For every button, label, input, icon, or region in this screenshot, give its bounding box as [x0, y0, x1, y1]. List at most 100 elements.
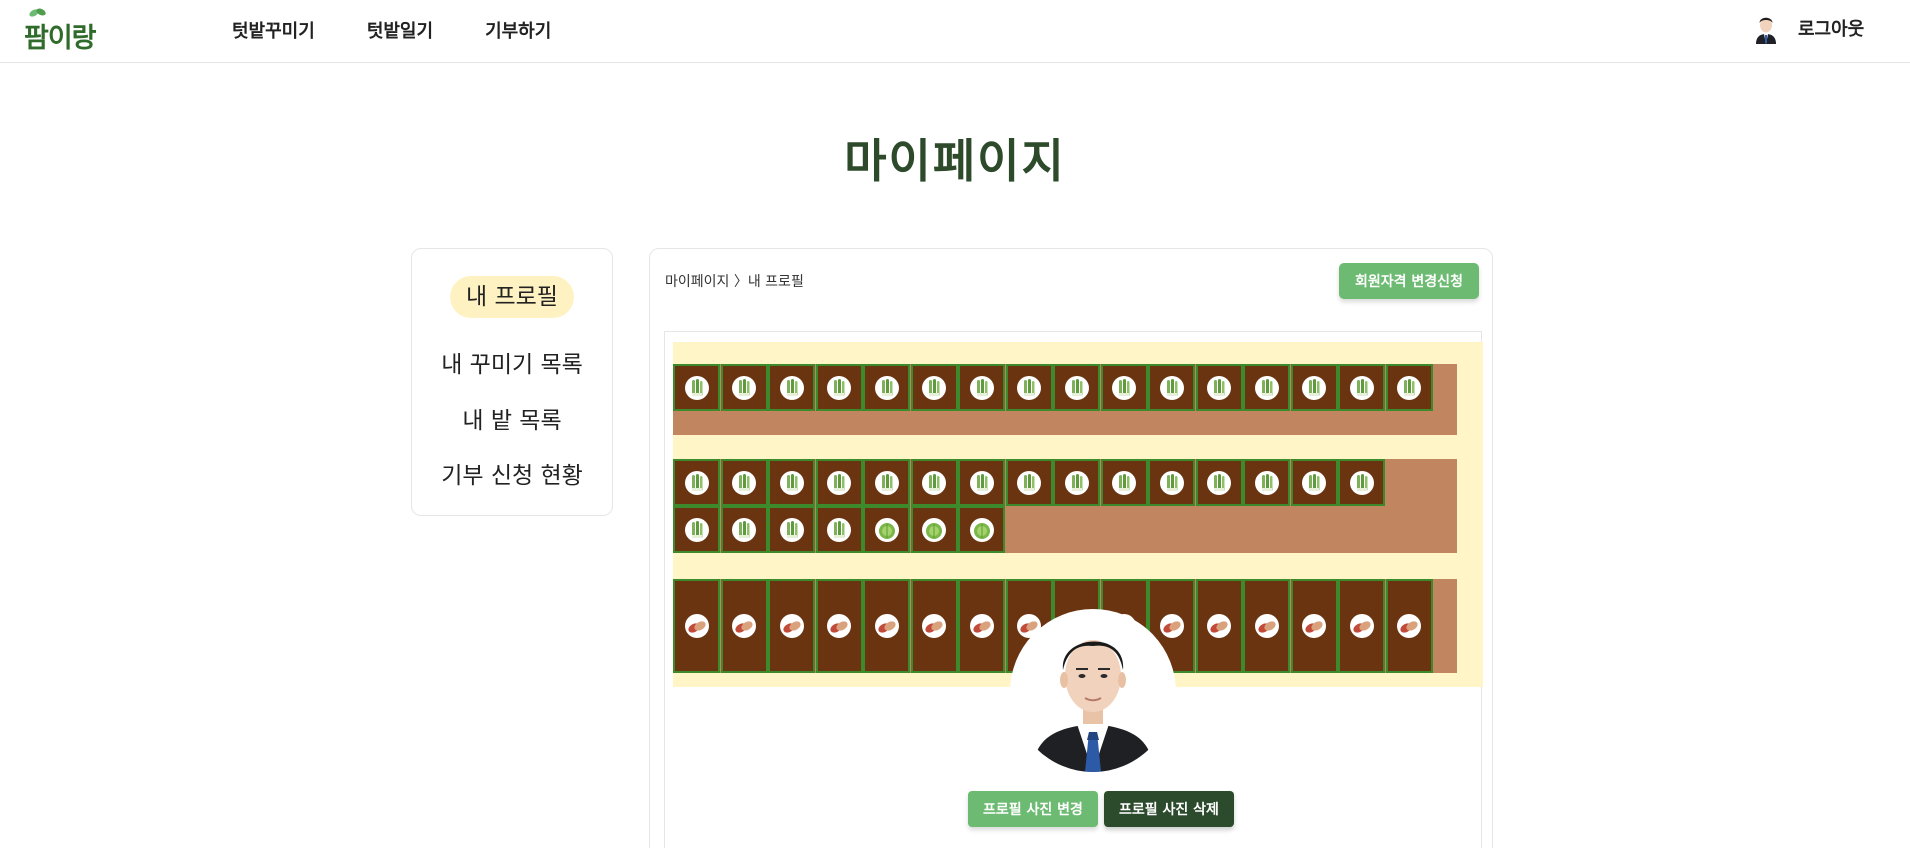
crop-cell-green-onion[interactable]: [815, 459, 863, 506]
crop-cell-green-onion[interactable]: [720, 364, 768, 411]
crop-cell-green-onion[interactable]: [815, 364, 863, 411]
green-onion-icon: [1159, 375, 1184, 400]
crop-cell-sweet-potato[interactable]: [673, 579, 720, 673]
sweet-potato-icon: [684, 614, 709, 638]
nav-item-garden-diary[interactable]: 텃밭일기: [367, 17, 433, 43]
crop-cell-green-onion[interactable]: [863, 459, 910, 506]
green-onion-icon: [684, 470, 709, 495]
green-onion-icon: [1349, 470, 1374, 495]
green-onion-icon: [1064, 470, 1089, 495]
crop-cell-green-onion[interactable]: [1243, 459, 1290, 506]
crop-cell-green-onion[interactable]: [720, 459, 768, 506]
page-title: 마이페이지: [844, 134, 1066, 188]
lettuce-icon: [969, 517, 994, 542]
crop-cell-green-onion[interactable]: [1338, 459, 1385, 506]
crop-cell-sweet-potato[interactable]: [1385, 579, 1433, 673]
green-onion-icon: [1302, 470, 1326, 495]
user-avatar[interactable]: [1752, 12, 1780, 44]
crop-cell-sweet-potato[interactable]: [1338, 579, 1385, 673]
crop-cell-green-onion[interactable]: [768, 364, 815, 411]
logo[interactable]: 팜이랑: [24, 6, 114, 54]
green-onion-icon: [827, 375, 851, 400]
green-onion-icon: [779, 470, 804, 495]
crop-cell-sweet-potato[interactable]: [910, 579, 958, 673]
green-onion-icon: [1254, 470, 1279, 495]
nav-item-garden-decorate[interactable]: 텃밭꾸미기: [232, 17, 315, 43]
crop-cell-green-onion[interactable]: [768, 459, 815, 506]
crop-cell-green-onion[interactable]: [910, 364, 958, 411]
crop-cell-sweet-potato[interactable]: [1195, 579, 1243, 673]
lettuce-icon: [922, 517, 946, 542]
crop-cell-green-onion[interactable]: [958, 459, 1005, 506]
crop-cell-green-onion[interactable]: [1005, 364, 1053, 411]
crop-cell-green-onion[interactable]: [1005, 459, 1053, 506]
green-onion-icon: [1064, 375, 1089, 400]
crop-cell-sweet-potato[interactable]: [815, 579, 863, 673]
crop-cell-green-onion[interactable]: [673, 364, 720, 411]
crop-cell-green-onion[interactable]: [1290, 364, 1338, 411]
nav-item-donate[interactable]: 기부하기: [485, 17, 551, 43]
green-onion-icon: [732, 375, 756, 400]
crop-cell-green-onion[interactable]: [1100, 459, 1148, 506]
crop-cell-green-onion[interactable]: [673, 506, 720, 553]
user-area: 로그아웃: [1752, 12, 1864, 44]
crop-cell-green-onion[interactable]: [1195, 364, 1243, 411]
delete-photo-button[interactable]: 프로필 사진 삭제: [1104, 791, 1234, 827]
crop-cell-green-onion[interactable]: [1195, 459, 1243, 506]
crop-cell-green-onion[interactable]: [1338, 364, 1385, 411]
main-nav: 텃밭꾸미기 텃밭일기 기부하기: [232, 17, 551, 43]
sidebar-item-my-fields[interactable]: 내 밭 목록: [412, 401, 612, 435]
crop-cell-green-onion[interactable]: [863, 364, 910, 411]
green-onion-icon: [779, 375, 804, 400]
crop-cell-green-onion[interactable]: [1148, 459, 1195, 506]
green-onion-icon: [1254, 375, 1279, 400]
crop-cell-lettuce[interactable]: [910, 506, 958, 553]
sidebar-item-donation-status[interactable]: 기부 신청 현황: [412, 456, 612, 490]
crop-cell-green-onion[interactable]: [768, 506, 815, 553]
crop-cell-sweet-potato[interactable]: [863, 579, 910, 673]
crop-cell-green-onion[interactable]: [815, 506, 863, 553]
crop-cell-green-onion[interactable]: [1100, 364, 1148, 411]
green-onion-icon: [1112, 470, 1136, 495]
crop-cell-green-onion[interactable]: [1290, 459, 1338, 506]
green-onion-icon: [874, 375, 899, 400]
crop-cell-sweet-potato[interactable]: [1290, 579, 1338, 673]
green-onion-icon: [1159, 470, 1184, 495]
profile-panel: 마이페이지 〉내 프로필 회원자격 변경신청 프로필 사진 변경 프로필 사진 …: [649, 248, 1493, 848]
crop-cell-green-onion[interactable]: [720, 506, 768, 553]
crop-cell-green-onion[interactable]: [1243, 364, 1290, 411]
green-onion-icon: [827, 470, 851, 495]
sweet-potato-icon: [779, 614, 804, 638]
crop-cell-sweet-potato[interactable]: [958, 579, 1005, 673]
crop-cell-green-onion[interactable]: [1053, 364, 1100, 411]
crop-cell-green-onion[interactable]: [1053, 459, 1100, 506]
crop-cell-sweet-potato[interactable]: [720, 579, 768, 673]
change-photo-button[interactable]: 프로필 사진 변경: [968, 791, 1098, 827]
crop-cell-lettuce[interactable]: [958, 506, 1005, 553]
profile-photo: [1010, 609, 1176, 775]
green-onion-icon: [874, 470, 899, 495]
crop-cell-green-onion[interactable]: [958, 364, 1005, 411]
crop-cell-lettuce[interactable]: [863, 506, 910, 553]
green-onion-icon: [1207, 375, 1231, 400]
green-onion-icon: [1349, 375, 1374, 400]
crop-cell-green-onion[interactable]: [673, 459, 720, 506]
green-onion-icon: [969, 375, 994, 400]
profile-person-icon: [1013, 612, 1173, 772]
logout-link[interactable]: 로그아웃: [1798, 15, 1864, 41]
sidebar-item-my-profile[interactable]: 내 프로필: [412, 276, 612, 318]
crop-cell-sweet-potato[interactable]: [768, 579, 815, 673]
sweet-potato-icon: [922, 614, 946, 638]
crop-cell-sweet-potato[interactable]: [1243, 579, 1290, 673]
crop-cell-green-onion[interactable]: [1148, 364, 1195, 411]
sidebar-item-my-decorations[interactable]: 내 꾸미기 목록: [412, 345, 612, 379]
green-onion-icon: [969, 470, 994, 495]
crop-cell-green-onion[interactable]: [1385, 364, 1433, 411]
crop-cell-green-onion[interactable]: [910, 459, 958, 506]
green-onion-icon: [684, 517, 709, 542]
farm-preview: 프로필 사진 변경 프로필 사진 삭제: [664, 331, 1483, 848]
sweet-potato-icon: [1302, 614, 1326, 638]
sweet-potato-icon: [874, 614, 899, 638]
mypage-sidebar: 내 프로필 내 꾸미기 목록 내 밭 목록 기부 신청 현황: [411, 248, 613, 516]
change-membership-button[interactable]: 회원자격 변경신청: [1339, 263, 1479, 299]
